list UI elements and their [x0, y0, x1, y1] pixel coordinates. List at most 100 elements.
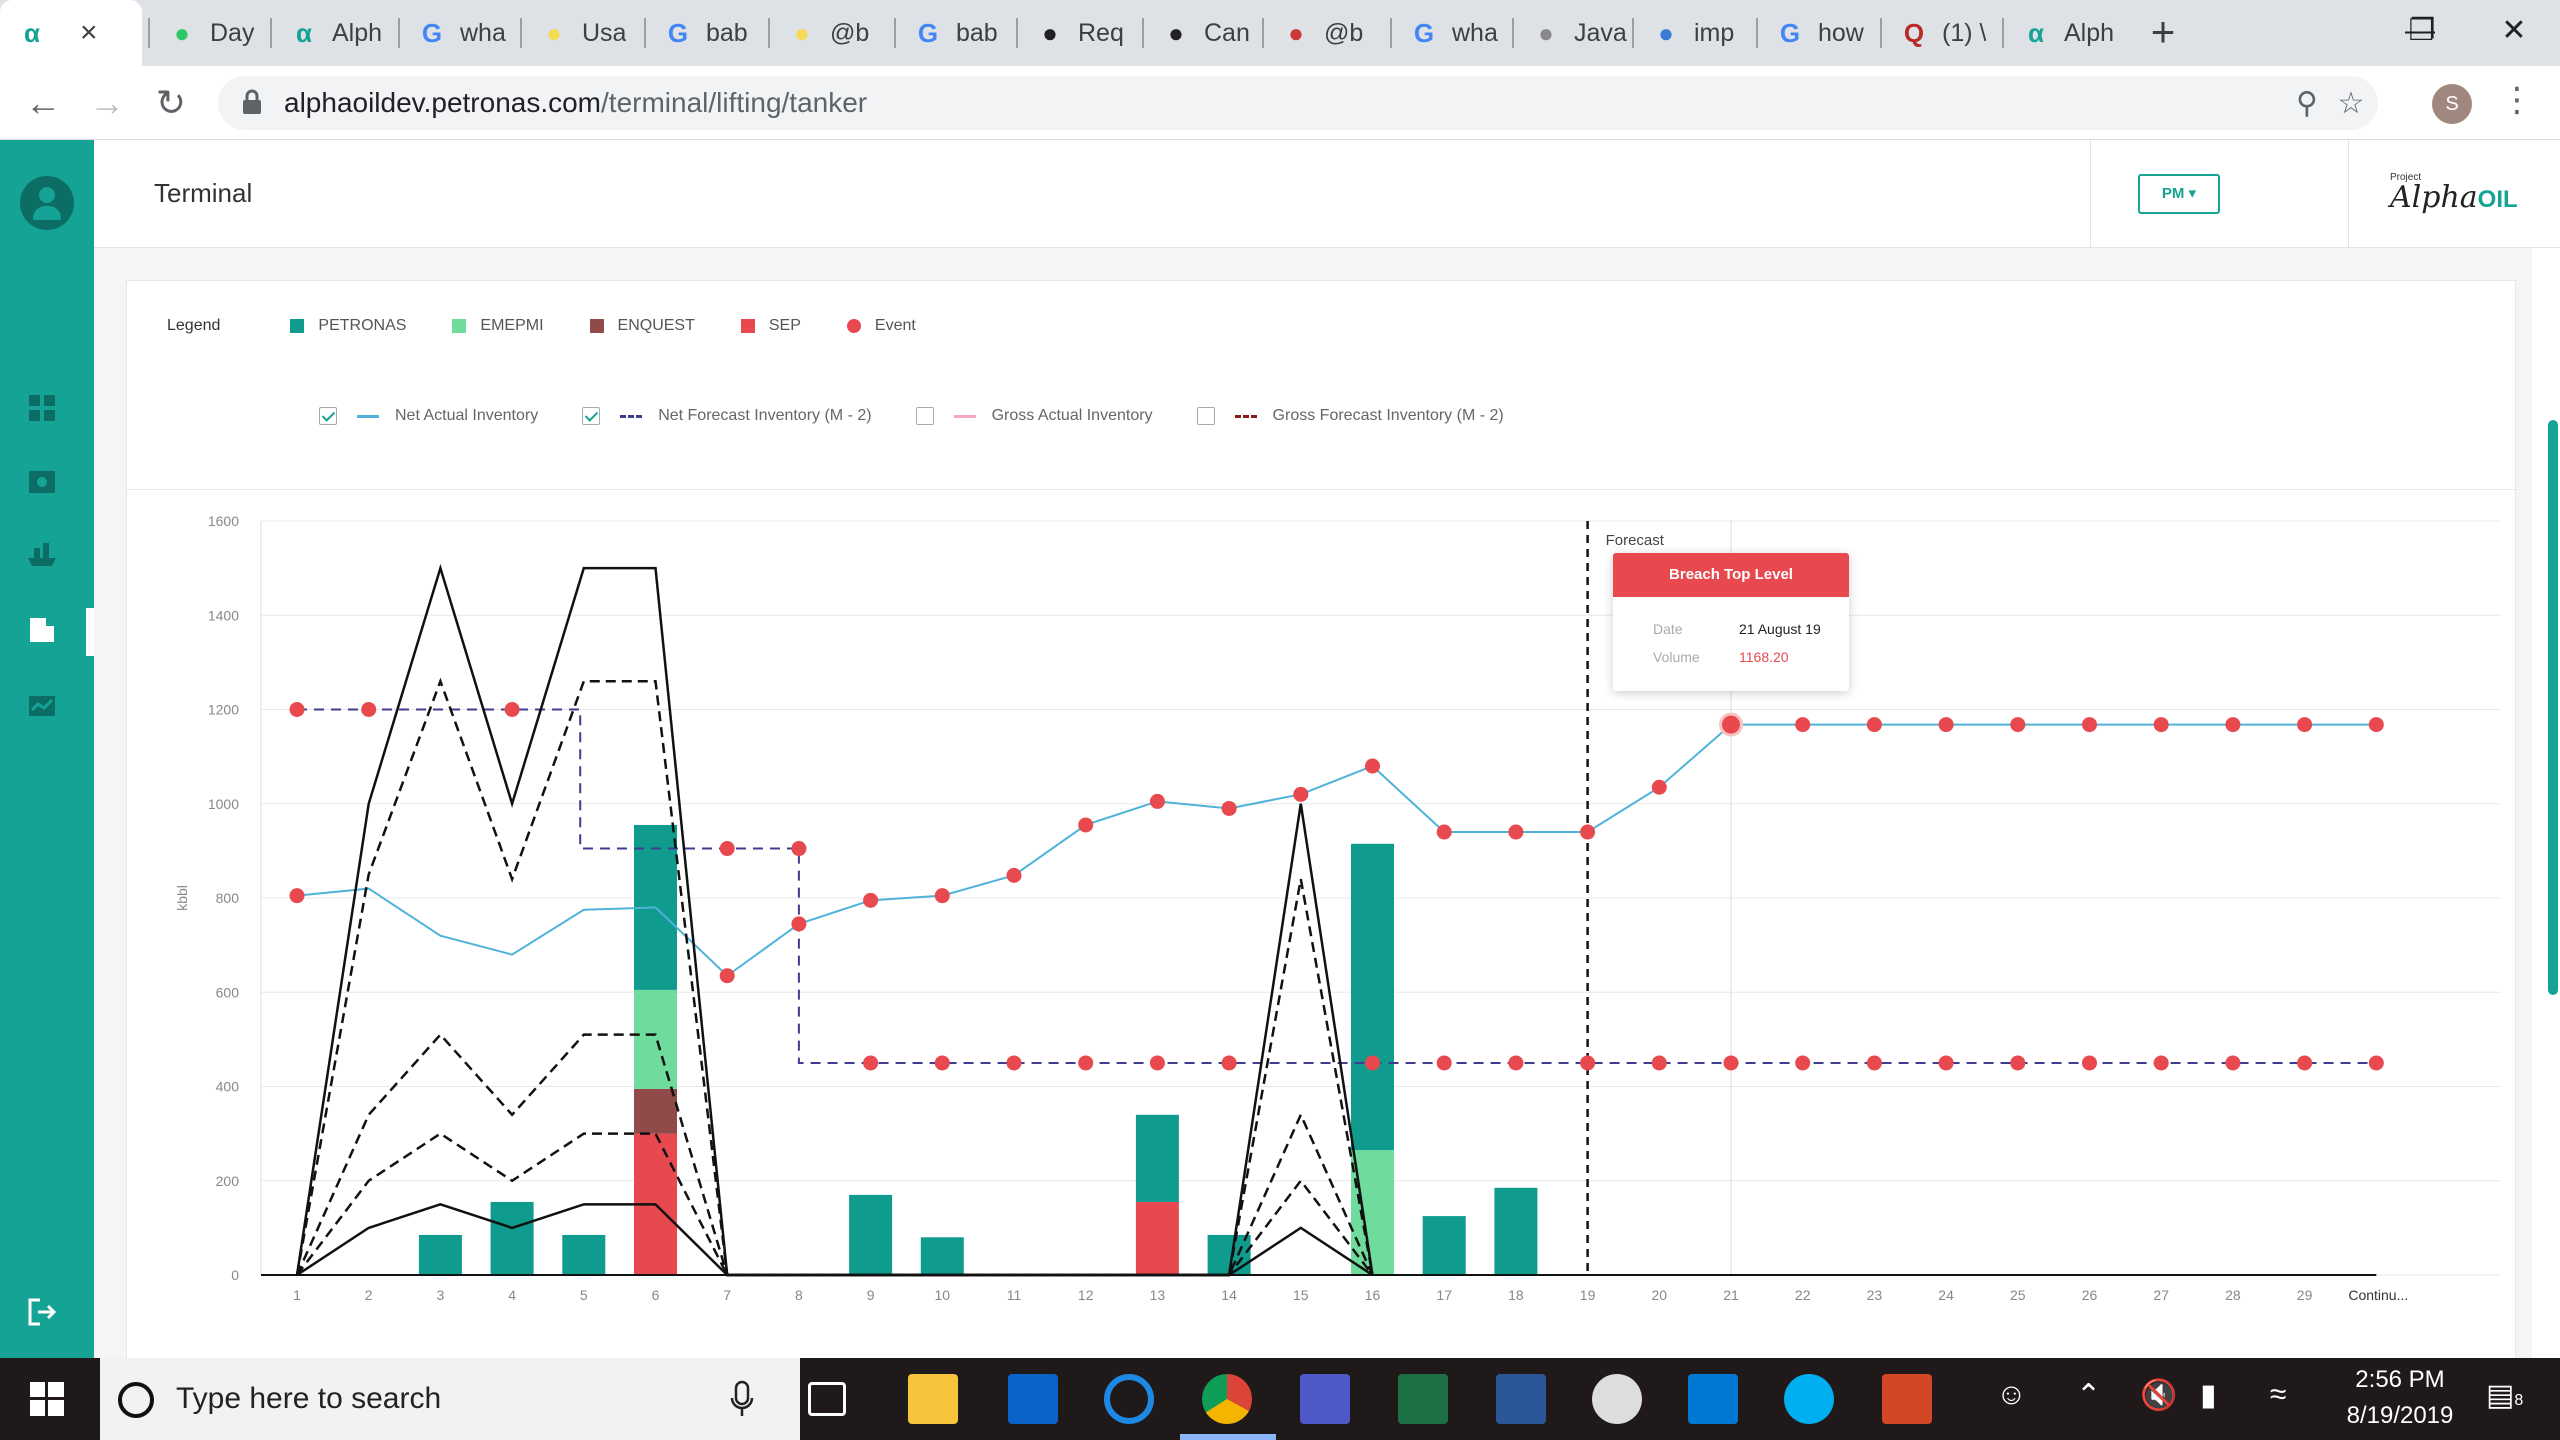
people-icon[interactable]: ☺	[1996, 1378, 2027, 1412]
alpha-icon: α	[24, 17, 40, 48]
tray-chevron-icon[interactable]: ⌃	[2076, 1378, 2101, 1413]
tab-separator	[520, 18, 522, 48]
browser-tab[interactable]: α ×	[0, 0, 142, 66]
tab-separator	[1880, 18, 1882, 48]
excel-icon[interactable]	[1398, 1374, 1448, 1424]
profile-avatar[interactable]: S	[2432, 84, 2472, 124]
browser-tab[interactable]: ● imp	[1634, 0, 1750, 66]
tab-separator	[1016, 18, 1018, 48]
browser-tab-label: Day	[210, 18, 255, 47]
alpha-icon: α	[296, 17, 312, 48]
browser-tab[interactable]: ● Usa	[522, 0, 638, 66]
browser-tab[interactable]: Gbab	[896, 0, 1012, 66]
wifi-icon[interactable]: ≈	[2270, 1378, 2286, 1412]
y-axis-title: kbbl	[174, 885, 190, 911]
bar-segment-emepmi	[634, 989, 677, 1089]
terminal-icon[interactable]	[26, 466, 58, 498]
event-marker	[791, 841, 807, 857]
zoom-icon[interactable]: ⚲	[2290, 86, 2324, 121]
close-window-icon[interactable]: ✕	[2484, 6, 2544, 56]
event-marker	[1938, 1055, 1954, 1071]
chrome-icon[interactable]	[1202, 1374, 1252, 1424]
reload-icon[interactable]: ↻	[146, 78, 196, 128]
event-marker	[2225, 717, 2241, 733]
skype-icon[interactable]	[1784, 1374, 1834, 1424]
logout-icon[interactable]	[26, 1296, 58, 1328]
event-marker	[1436, 1055, 1452, 1071]
tab-close-icon[interactable]: ×	[80, 16, 98, 50]
browser-tab[interactable]: ● Req	[1018, 0, 1134, 66]
y-tick-label: 400	[216, 1079, 240, 1095]
page-scrollbar[interactable]	[2548, 420, 2558, 995]
browser-tab[interactable]: ● Java	[1514, 0, 1630, 66]
event-marker	[719, 841, 735, 857]
word-icon[interactable]	[1496, 1374, 1546, 1424]
event-marker	[1580, 1055, 1596, 1071]
y-tick-label: 1600	[208, 513, 239, 529]
event-marker	[1149, 793, 1165, 809]
bar-segment-petronas	[490, 1201, 534, 1275]
event-marker	[1365, 758, 1380, 774]
browser-menu-icon[interactable]: ⋮	[2500, 80, 2534, 120]
battery-icon[interactable]: ▮	[2200, 1378, 2217, 1413]
browser-tab[interactable]: ● @b	[1264, 0, 1380, 66]
hackerrank-icon: ●	[174, 17, 190, 48]
microphone-icon[interactable]	[730, 1380, 754, 1418]
volume-muted-icon[interactable]: 🔇	[2140, 1378, 2177, 1413]
x-tick-label: 7	[723, 1287, 731, 1303]
browser-tab[interactable]: α Alph	[272, 0, 388, 66]
taskbar-date[interactable]: 8/19/2019	[2320, 1402, 2480, 1430]
github-icon: ●	[1042, 17, 1058, 48]
lifting-icon[interactable]	[26, 614, 58, 646]
new-tab-button[interactable]: +	[2140, 10, 2186, 56]
header-divider	[2090, 140, 2091, 248]
tab-separator	[644, 18, 646, 48]
user-avatar-icon[interactable]	[20, 176, 74, 230]
bar-segment-petronas	[1422, 1216, 1466, 1275]
bar-segment-sep	[1135, 1201, 1179, 1275]
task-view-icon[interactable]	[808, 1382, 846, 1416]
teams-icon[interactable]	[1300, 1374, 1350, 1424]
vscode-icon[interactable]	[1688, 1374, 1738, 1424]
browser-tab[interactable]: Gbab	[646, 0, 762, 66]
windows-start-icon[interactable]	[30, 1382, 64, 1416]
browser-tab[interactable]: Ghow	[1758, 0, 1874, 66]
powerpoint-icon[interactable]	[1882, 1374, 1932, 1424]
taskbar-search-box[interactable]: Type here to search	[100, 1358, 800, 1440]
restore-window-icon[interactable]: ❐	[2392, 6, 2452, 56]
outlook-icon[interactable]	[1008, 1374, 1058, 1424]
lock-icon	[243, 89, 261, 114]
event-marker	[361, 702, 377, 717]
browser-tab[interactable]: ● Can	[1144, 0, 1260, 66]
browser-tab-label: @b	[830, 18, 870, 47]
tanker-icon[interactable]	[26, 538, 58, 570]
browser-tab[interactable]: ● Day	[150, 0, 266, 66]
event-marker	[1365, 1055, 1380, 1071]
back-icon[interactable]: ←	[18, 78, 68, 128]
edge-icon[interactable]	[1104, 1374, 1154, 1424]
event-marker	[1651, 779, 1667, 795]
cortana-icon	[118, 1382, 154, 1418]
browser-tab[interactable]: ● @b	[770, 0, 886, 66]
browser-tab[interactable]: Q (1) \	[1882, 0, 1998, 66]
address-bar[interactable]: alphaoildev.petronas.com/terminal/liftin…	[218, 76, 2378, 130]
notifications-icon[interactable]: ▤8	[2486, 1378, 2523, 1413]
event-marker	[863, 1055, 879, 1071]
dashboard-icon[interactable]	[26, 392, 58, 424]
chrome-active-indicator	[1180, 1434, 1276, 1440]
page-title: Terminal	[154, 178, 253, 208]
forward-icon[interactable]: →	[82, 78, 132, 128]
browser-tab-label: wha	[460, 18, 506, 47]
browser-tab[interactable]: Gwha	[400, 0, 516, 66]
browser-tab[interactable]: Gwha	[1392, 0, 1508, 66]
pm-dropdown-button[interactable]: PM ▾	[2138, 174, 2220, 214]
bookmark-star-icon[interactable]: ☆	[2334, 86, 2368, 121]
event-marker	[1723, 1055, 1739, 1071]
file-explorer-icon[interactable]	[908, 1374, 958, 1424]
browser-tab[interactable]: α Alph	[2004, 0, 2120, 66]
taskbar-time[interactable]: 2:56 PM	[2320, 1366, 2480, 1394]
header-divider	[2348, 140, 2349, 248]
report-icon[interactable]	[26, 690, 58, 722]
app-icon[interactable]	[1592, 1374, 1642, 1424]
github-icon: ●	[1168, 17, 1184, 48]
